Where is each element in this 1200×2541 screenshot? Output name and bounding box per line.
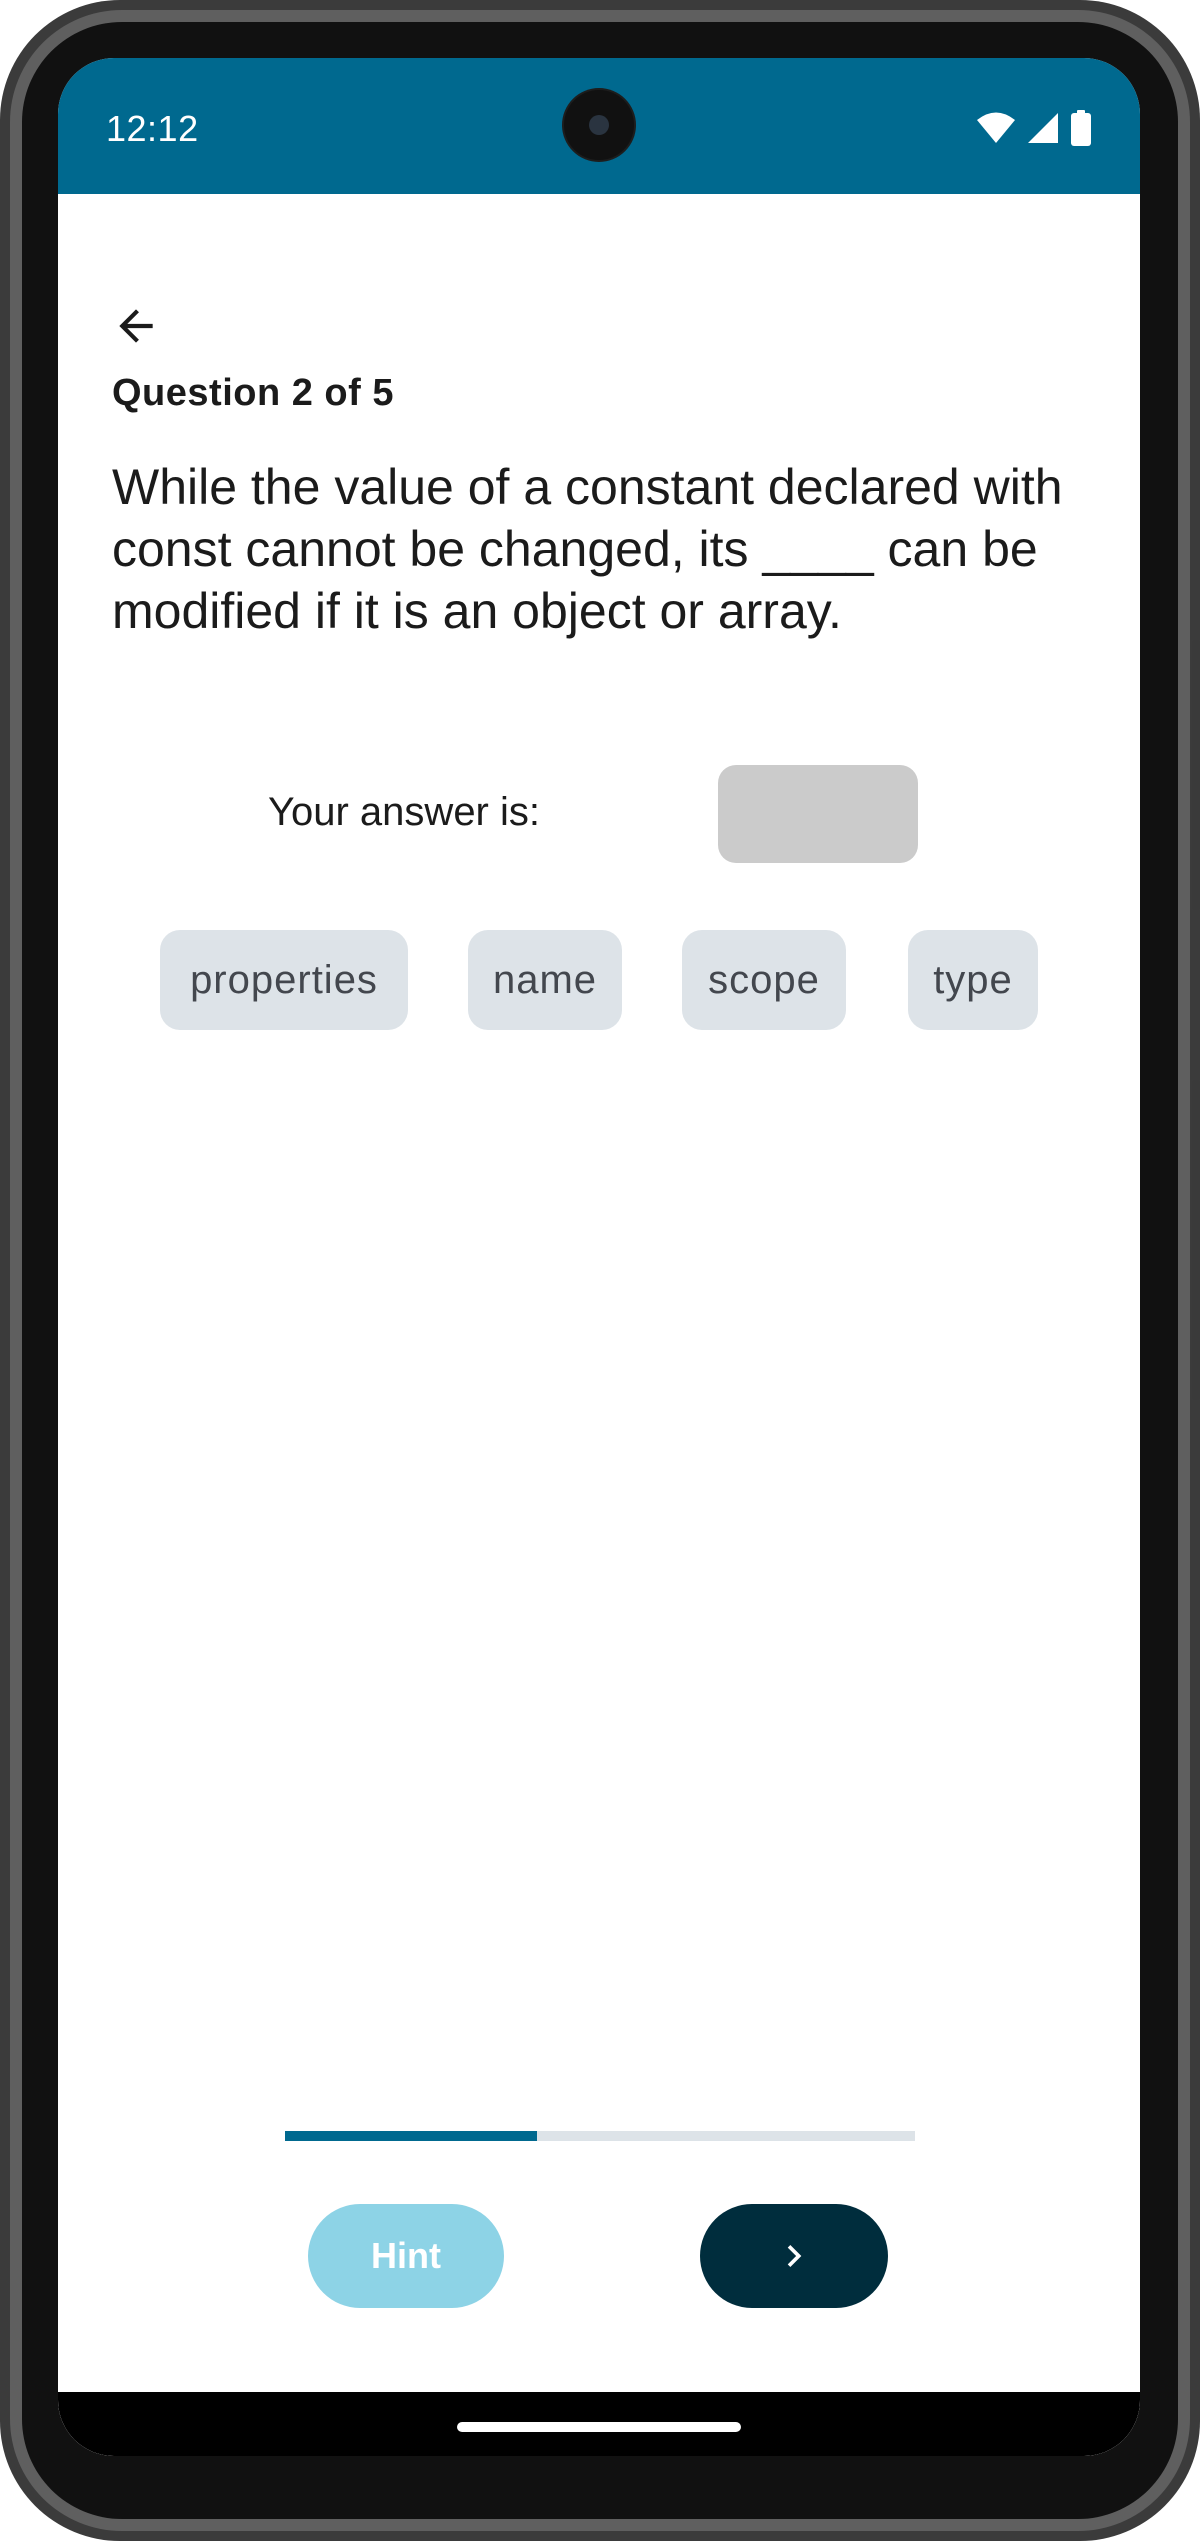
option-chip-type[interactable]: type (908, 930, 1038, 1030)
screen: 12:12 Question 2 of 5 While the value of… (58, 58, 1140, 2456)
next-button[interactable] (700, 2204, 888, 2308)
signal-icon (1028, 113, 1058, 143)
home-indicator[interactable] (457, 2422, 741, 2432)
status-time: 12:12 (106, 108, 199, 149)
option-chip-name[interactable]: name (468, 930, 622, 1030)
question-text: While the value of a constant declared w… (112, 459, 1063, 639)
status-icons (976, 108, 1092, 148)
power-button (1192, 640, 1200, 910)
hint-button[interactable]: Hint (308, 2204, 504, 2308)
question-counter: Question 2 of 5 (112, 372, 394, 414)
quiz-screen: Question 2 of 5 While the value of a con… (58, 194, 1140, 2456)
chevron-right-icon (787, 2245, 802, 2267)
option-chip-scope[interactable]: scope (682, 930, 846, 1030)
battery-icon (1071, 110, 1091, 146)
volume-button (1192, 1080, 1200, 1400)
status-bar: 12:12 (58, 58, 1140, 194)
answer-label: Your answer is: (268, 790, 540, 834)
phone-device: 12:12 Question 2 of 5 While the value of… (0, 0, 1200, 2541)
progress-fill (285, 2131, 537, 2141)
arrow-back-icon (119, 309, 153, 343)
progress-bar (285, 2131, 915, 2141)
option-chip-properties[interactable]: properties (160, 930, 408, 1030)
wifi-icon (977, 112, 1015, 143)
front-camera (564, 90, 634, 160)
answer-slot[interactable] (718, 765, 918, 863)
back-button[interactable] (104, 294, 168, 358)
